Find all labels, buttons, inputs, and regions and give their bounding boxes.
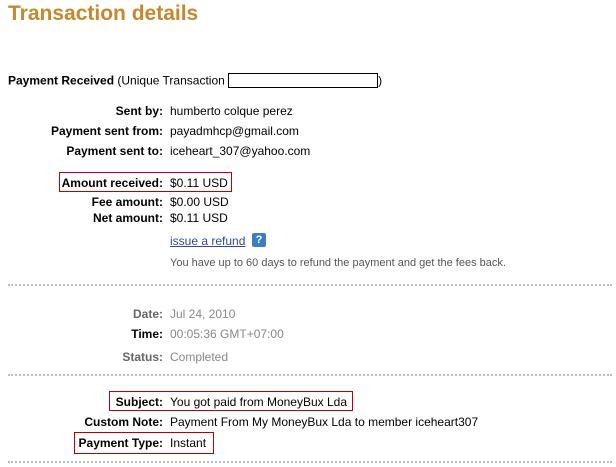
custom-note-value: Payment From My MoneyBux Lda to member i… — [170, 415, 479, 429]
status-label: Status: — [122, 350, 163, 364]
fee-amount-value: $0.00 USD — [170, 195, 229, 209]
refund-note: You have up to 60 days to refund the pay… — [170, 257, 506, 269]
time-label: Time: — [131, 327, 163, 341]
paren-close: ) — [378, 73, 383, 88]
sent-from-label: Payment sent from: — [50, 124, 163, 138]
fee-amount-label: Fee amount: — [91, 195, 163, 209]
amount-received-label: Amount received: — [61, 176, 163, 190]
date-value: Jul 24, 2010 — [170, 307, 236, 321]
date-label-text: Date: — [132, 307, 163, 321]
payment-type-value: Instant — [170, 436, 207, 450]
subject-label: Subject: — [115, 395, 163, 409]
issue-refund-link[interactable]: issue a refund — [170, 234, 245, 248]
amount-received-value: $0.11 USD — [170, 176, 228, 190]
sent-to-value: iceheart_307@yahoo.com — [170, 144, 311, 158]
sent-by-value: humberto colque perez — [170, 104, 293, 118]
payment-type-label: Payment Type: — [78, 436, 163, 450]
unique-transaction-label: (Unique Transaction — [114, 73, 229, 88]
status-value: Completed — [170, 350, 229, 364]
custom-note-label: Custom Note: — [84, 415, 163, 429]
subject-value: You got paid from MoneyBux Lda — [170, 395, 348, 409]
sent-from-value: payadmhcp@gmail.com — [170, 124, 299, 138]
status-label-text: Status: — [122, 350, 163, 364]
divider — [8, 374, 612, 376]
divider — [8, 461, 612, 463]
page-title: Transaction details — [8, 2, 199, 25]
time-value: 00:05:36 GMT+07:00 — [170, 327, 284, 341]
net-amount-value: $0.11 USD — [170, 211, 228, 225]
payment-received-label: Payment Received — [8, 73, 115, 88]
sent-to-label: Payment sent to: — [66, 144, 163, 158]
date-label: Date: — [133, 307, 163, 321]
net-amount-label: Net amount: — [93, 211, 163, 225]
payment-received-line: Payment Received (Unique Transaction ) — [8, 73, 382, 90]
help-icon[interactable]: ? — [252, 233, 266, 247]
sent-by-label: Sent by: — [115, 104, 163, 118]
divider — [8, 284, 612, 286]
transaction-id-box — [228, 73, 379, 88]
